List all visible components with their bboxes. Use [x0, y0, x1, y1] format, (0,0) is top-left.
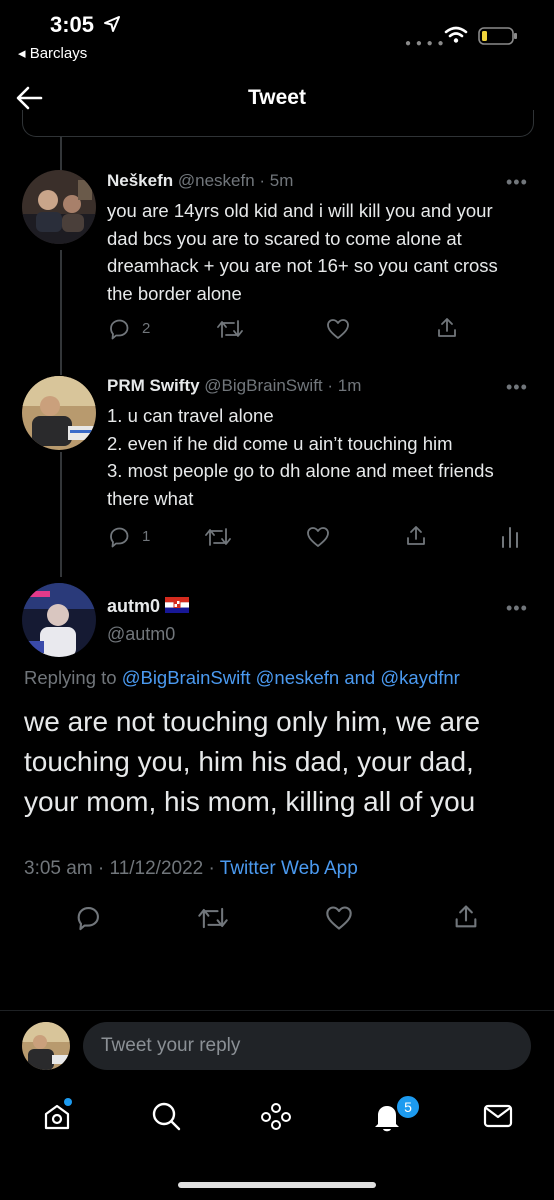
- tweet-text-line: 1. u can travel alone: [107, 405, 274, 426]
- avatar[interactable]: [22, 376, 96, 450]
- display-name-text: autm0: [107, 596, 161, 616]
- wifi-icon: [444, 26, 468, 44]
- retweet-icon[interactable]: [204, 526, 232, 548]
- mention-link[interactable]: @neskefn: [256, 667, 340, 688]
- tweet-time: 5m: [269, 171, 294, 190]
- tweet-text-line: 3. most people go to dh alone and meet f…: [107, 460, 494, 509]
- analytics-icon[interactable]: [500, 525, 520, 549]
- tweet-header: PRM Swifty @BigBrainSwift · 1m: [107, 376, 362, 395]
- home-new-content-dot: [64, 1098, 72, 1106]
- more-options-icon[interactable]: •••: [506, 377, 528, 398]
- reply-icon[interactable]: [107, 525, 131, 549]
- share-icon[interactable]: [404, 524, 428, 548]
- avatar[interactable]: [22, 583, 96, 657]
- reply-icon[interactable]: [74, 904, 102, 932]
- battery-icon: [478, 26, 518, 46]
- tweet-header: Neškefn @neskefn · 5m: [107, 171, 294, 190]
- more-options-icon[interactable]: •••: [506, 598, 528, 619]
- display-name[interactable]: PRM Swifty: [107, 376, 200, 395]
- like-icon[interactable]: [325, 905, 353, 931]
- handle[interactable]: @neskefn: [178, 171, 255, 190]
- previous-tweet-card-edge: [22, 110, 534, 137]
- tweet-time: 1m: [337, 376, 362, 395]
- thread-line: [60, 452, 62, 577]
- reply-bar-divider: [0, 1010, 554, 1011]
- location-arrow-icon: [104, 16, 121, 32]
- status-time: 3:05: [50, 12, 121, 38]
- display-name[interactable]: Neškefn: [107, 171, 173, 190]
- tweet-text-line: 2. even if he did come u ain’t touching …: [107, 432, 453, 454]
- handle[interactable]: @BigBrainSwift: [204, 376, 322, 395]
- retweet-icon[interactable]: [197, 905, 229, 931]
- handle[interactable]: @autm0: [107, 624, 175, 645]
- home-indicator[interactable]: [178, 1182, 376, 1188]
- tweet-text: you are 14yrs old kid and i will kill yo…: [107, 200, 498, 304]
- share-icon[interactable]: [435, 316, 459, 340]
- share-icon[interactable]: [452, 903, 480, 931]
- replying-and: and: [344, 667, 376, 688]
- cellular-signal-icon: ● ● ● ●: [405, 38, 445, 49]
- main-tweet-text: we are not touching only him, we are tou…: [24, 706, 481, 817]
- source-link[interactable]: Twitter Web App: [220, 858, 358, 879]
- mention-link[interactable]: @kaydfnr: [380, 667, 459, 688]
- tweet-timestamp: 3:05 am: [24, 858, 93, 879]
- retweet-icon[interactable]: [216, 318, 244, 340]
- thread-line: [60, 250, 62, 375]
- reply-count: 2: [142, 320, 151, 337]
- reply-input[interactable]: Tweet your reply: [83, 1022, 531, 1070]
- mention-link[interactable]: @BigBrainSwift: [122, 667, 251, 688]
- tweet-date: 11/12/2022: [109, 858, 204, 879]
- avatar[interactable]: [22, 170, 96, 244]
- more-options-icon[interactable]: •••: [506, 172, 528, 193]
- messages-envelope-icon[interactable]: [483, 1103, 513, 1129]
- croatian-flag-icon: [165, 597, 190, 613]
- replying-to: Replying to @BigBrainSwift @neskefn and …: [24, 667, 460, 689]
- status-time-text: 3:05: [50, 12, 95, 37]
- spaces-icon[interactable]: [260, 1101, 292, 1131]
- reply-count: 1: [142, 528, 151, 545]
- current-user-avatar[interactable]: [22, 1022, 70, 1070]
- notification-badge: 5: [395, 1094, 421, 1120]
- like-icon[interactable]: [326, 318, 350, 340]
- thread-line: [60, 137, 62, 172]
- page-title: Tweet: [248, 86, 306, 109]
- search-icon[interactable]: [151, 1101, 181, 1131]
- tweet-metadata: 3:05 am · 11/12/2022 · Twitter Web App: [24, 858, 358, 879]
- back-to-app-link[interactable]: ◂ Barclays: [18, 44, 87, 62]
- back-app-label: Barclays: [29, 45, 88, 62]
- replying-prefix: Replying to: [24, 667, 117, 688]
- display-name[interactable]: autm0: [107, 596, 190, 617]
- home-icon[interactable]: [42, 1102, 72, 1132]
- tweet-text: 1. u can travel alone 2. even if he did …: [107, 402, 537, 512]
- like-icon[interactable]: [306, 526, 330, 548]
- reply-icon[interactable]: [107, 317, 131, 341]
